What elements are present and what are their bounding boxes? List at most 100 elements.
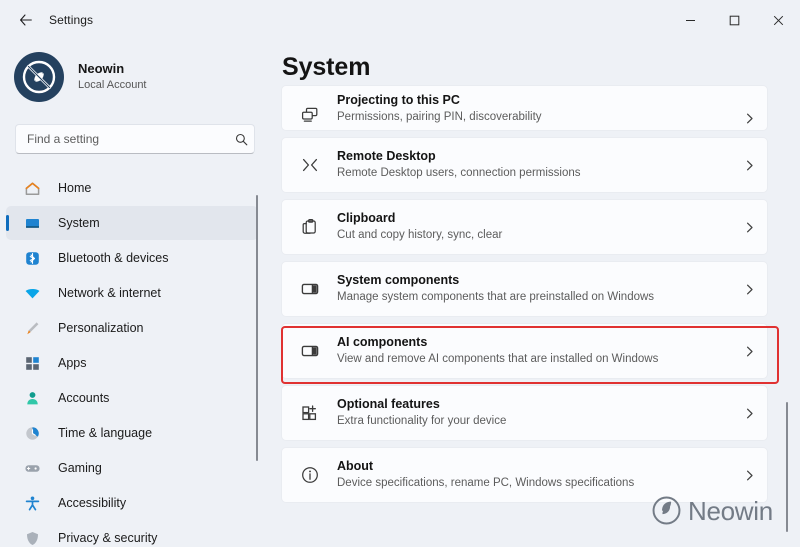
shield-icon	[22, 528, 42, 547]
card-text: AI components View and remove AI compone…	[337, 335, 735, 367]
sidebar-item-network-internet[interactable]: Network & internet	[6, 276, 258, 310]
settings-card-ai-components[interactable]: AI components View and remove AI compone…	[281, 323, 768, 379]
settings-card-remote-desktop[interactable]: Remote Desktop Remote Desktop users, con…	[281, 137, 768, 193]
card-subtitle: Manage system components that are preins…	[337, 291, 655, 304]
sidebar-item-label: Accessibility	[58, 496, 127, 510]
chevron-right-icon	[735, 345, 763, 358]
clock-globe-icon	[22, 423, 42, 443]
apps-grid-icon	[22, 353, 42, 373]
sidebar-item-system[interactable]: System	[6, 206, 258, 240]
card-title: Clipboard	[337, 211, 396, 226]
minimize-icon	[685, 19, 695, 21]
card-title: About	[337, 459, 374, 474]
sidebar-item-label: Home	[58, 181, 92, 195]
bluetooth-icon	[22, 248, 42, 268]
arrow-left-icon	[20, 14, 32, 26]
sidebar-nav: Home System Bluetooth & devices Network …	[0, 171, 268, 547]
minimize-button[interactable]	[668, 4, 712, 36]
remote-desktop-icon	[293, 155, 327, 175]
accessibility-person-icon	[22, 493, 42, 513]
sidebar-item-label: Time & language	[58, 426, 153, 440]
sidebar-item-home[interactable]: Home	[6, 171, 258, 205]
sidebar-item-accounts[interactable]: Accounts	[6, 381, 258, 415]
back-button[interactable]	[11, 5, 41, 35]
sidebar-item-privacy-security[interactable]: Privacy & security	[6, 521, 258, 547]
neowin-logo-icon	[652, 496, 681, 525]
search-input[interactable]	[16, 125, 228, 153]
close-icon	[773, 15, 783, 25]
card-text: Optional features Extra functionality fo…	[337, 397, 735, 429]
wifi-icon	[22, 283, 42, 303]
close-button[interactable]	[756, 4, 800, 36]
settings-card-list: Projecting to this PC Permissions, pairi…	[268, 85, 800, 547]
settings-card-about[interactable]: About Device specifications, rename PC, …	[281, 447, 768, 503]
card-text: System components Manage system componen…	[337, 273, 735, 305]
card-subtitle: Permissions, pairing PIN, discoverabilit…	[337, 111, 542, 124]
ai-components-icon	[293, 341, 327, 361]
settings-card-optional-features[interactable]: Optional features Extra functionality fo…	[281, 385, 768, 441]
settings-card-system-components[interactable]: System components Manage system componen…	[281, 261, 768, 317]
user-profile[interactable]: Neowin Local Account	[0, 40, 268, 104]
neowin-logo-avatar	[22, 60, 56, 94]
settings-card-clipboard[interactable]: Clipboard Cut and copy history, sync, cl…	[281, 199, 768, 255]
sidebar-item-label: Personalization	[58, 321, 144, 335]
main-scrollbar[interactable]	[786, 402, 788, 532]
sidebar-item-time-language[interactable]: Time & language	[6, 416, 258, 450]
chevron-right-icon	[735, 112, 763, 125]
search-box[interactable]	[15, 124, 255, 154]
sidebar-item-label: Privacy & security	[58, 531, 158, 545]
page-title: System	[282, 53, 371, 81]
card-text: Remote Desktop Remote Desktop users, con…	[337, 149, 735, 181]
sidebar-scrollbar[interactable]	[256, 195, 258, 461]
maximize-button[interactable]	[712, 4, 756, 36]
card-subtitle: Cut and copy history, sync, clear	[337, 229, 503, 242]
person-icon	[22, 388, 42, 408]
card-subtitle: Extra functionality for your device	[337, 415, 507, 428]
neowin-watermark: Neowin	[652, 496, 773, 525]
system-monitor-icon	[22, 213, 42, 233]
card-text: Clipboard Cut and copy history, sync, cl…	[337, 211, 735, 243]
sidebar-item-accessibility[interactable]: Accessibility	[6, 486, 258, 520]
system-components-icon	[293, 279, 327, 299]
sidebar-item-gaming[interactable]: Gaming	[6, 451, 258, 485]
clipboard-icon	[293, 217, 327, 237]
info-circle-icon	[293, 465, 327, 485]
card-title: Remote Desktop	[337, 149, 436, 164]
card-subtitle: Device specifications, rename PC, Window…	[337, 477, 635, 490]
window-title: Settings	[49, 13, 94, 27]
sidebar: Neowin Local Account Find a setting Home…	[0, 40, 268, 547]
settings-card-projecting-to-this-pc[interactable]: Projecting to this PC Permissions, pairi…	[281, 85, 768, 131]
title-bar: Settings	[0, 0, 800, 40]
sidebar-item-apps[interactable]: Apps	[6, 346, 258, 380]
card-subtitle: View and remove AI components that are i…	[337, 353, 659, 366]
gamepad-icon	[22, 458, 42, 478]
profile-name: Neowin	[78, 61, 125, 76]
sidebar-item-personalization[interactable]: Personalization	[6, 311, 258, 345]
main-content: System Projecting to this PC Permissions…	[268, 40, 800, 547]
card-text: About Device specifications, rename PC, …	[337, 459, 735, 491]
chevron-right-icon	[735, 407, 763, 420]
chevron-right-icon	[735, 221, 763, 234]
window-controls	[668, 0, 800, 40]
card-title: AI components	[337, 335, 428, 350]
avatar	[14, 52, 64, 102]
chevron-right-icon	[735, 283, 763, 296]
sidebar-item-label: Bluetooth & devices	[58, 251, 169, 265]
profile-text: Neowin Local Account	[78, 61, 147, 93]
card-title: Optional features	[337, 397, 440, 412]
optional-features-icon	[293, 403, 327, 423]
watermark-text: Neowin	[688, 495, 773, 526]
sidebar-item-label: Accounts	[58, 391, 110, 405]
chevron-right-icon	[735, 469, 763, 482]
home-icon	[22, 178, 42, 198]
project-screens-icon	[293, 105, 327, 125]
sidebar-item-label: Network & internet	[58, 286, 161, 300]
settings-window: Settings Neowin Local Account Find a set…	[0, 0, 800, 547]
profile-account-type: Local Account	[78, 79, 147, 92]
paintbrush-icon	[22, 318, 42, 338]
sidebar-item-bluetooth-devices[interactable]: Bluetooth & devices	[6, 241, 258, 275]
card-title: System components	[337, 273, 460, 288]
maximize-icon	[729, 15, 739, 25]
card-text: Projecting to this PC Permissions, pairi…	[337, 93, 735, 125]
chevron-right-icon	[735, 159, 763, 172]
